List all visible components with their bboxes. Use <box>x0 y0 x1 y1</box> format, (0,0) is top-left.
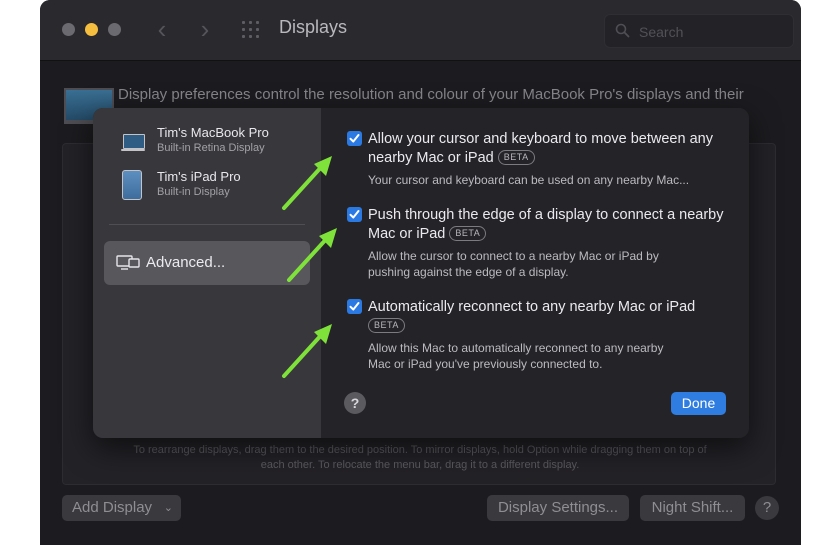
sidebar-item-advanced[interactable]: Advanced... <box>104 241 310 285</box>
arrangement-hint: To rearrange displays, drag them to the … <box>133 444 707 471</box>
annotation-arrow-icon <box>282 324 332 378</box>
beta-badge: BETA <box>497 150 535 165</box>
sidebar-divider <box>109 224 305 225</box>
option-title: Allow your cursor and keyboard to move b… <box>368 131 713 166</box>
display-name: Tim's iPad Pro <box>157 169 241 184</box>
annotation-arrow-icon <box>287 228 337 282</box>
laptop-icon <box>121 134 145 152</box>
zoom-window-button[interactable] <box>108 23 121 36</box>
cursor-keyboard-checkbox[interactable] <box>347 131 362 146</box>
display-settings-button[interactable]: Display Settings... <box>487 495 629 521</box>
advanced-options-panel: Allow your cursor and keyboard to move b… <box>321 108 749 438</box>
search-input[interactable] <box>637 21 786 43</box>
annotation-arrow-icon <box>282 156 332 210</box>
option-title: Automatically reconnect to any nearby Ma… <box>368 298 738 336</box>
push-through-edge-checkbox[interactable] <box>347 207 362 222</box>
display-preferences-description: Display preferences control the resoluti… <box>118 86 744 103</box>
option-description: Allow the cursor to connect to a nearby … <box>368 249 659 279</box>
forward-arrow-icon[interactable]: › <box>193 14 217 44</box>
search-icon <box>615 23 630 38</box>
checkmark-icon <box>349 134 360 143</box>
displays-icon <box>116 255 140 270</box>
display-name: Tim's MacBook Pro <box>157 125 269 140</box>
display-type: Built-in Retina Display <box>157 142 265 154</box>
ipad-icon <box>122 170 142 200</box>
auto-reconnect-checkbox[interactable] <box>347 299 362 314</box>
beta-badge: BETA <box>368 318 405 333</box>
display-type: Built-in Display <box>157 186 230 198</box>
background-help-button[interactable]: ? <box>755 496 779 520</box>
add-display-button[interactable]: Add Display ⌄ <box>62 495 181 521</box>
close-window-button[interactable] <box>62 23 75 36</box>
titlebar: ‹ › Displays <box>40 0 801 61</box>
back-arrow-icon[interactable]: ‹ <box>150 14 174 44</box>
advanced-settings-sheet: Tim's MacBook Pro Built-in Retina Displa… <box>93 108 749 438</box>
checkmark-icon <box>349 210 360 219</box>
checkmark-icon <box>349 302 360 311</box>
beta-badge: BETA <box>449 226 487 241</box>
done-button[interactable]: Done <box>671 392 726 415</box>
show-all-grid-icon[interactable] <box>241 20 261 40</box>
minimize-window-button[interactable] <box>85 23 98 36</box>
option-description: Your cursor and keyboard can be used on … <box>368 173 690 187</box>
add-display-label: Add Display <box>72 499 153 516</box>
night-shift-button[interactable]: Night Shift... <box>640 495 745 521</box>
option-description: Allow this Mac to automatically reconnec… <box>368 341 664 371</box>
search-field[interactable] <box>604 14 794 48</box>
help-button[interactable]: ? <box>344 392 366 414</box>
chevron-down-icon: ⌄ <box>163 502 173 514</box>
advanced-label: Advanced... <box>146 254 226 271</box>
window-title: Displays <box>279 17 348 37</box>
option-title: Push through the edge of a display to co… <box>368 207 724 242</box>
